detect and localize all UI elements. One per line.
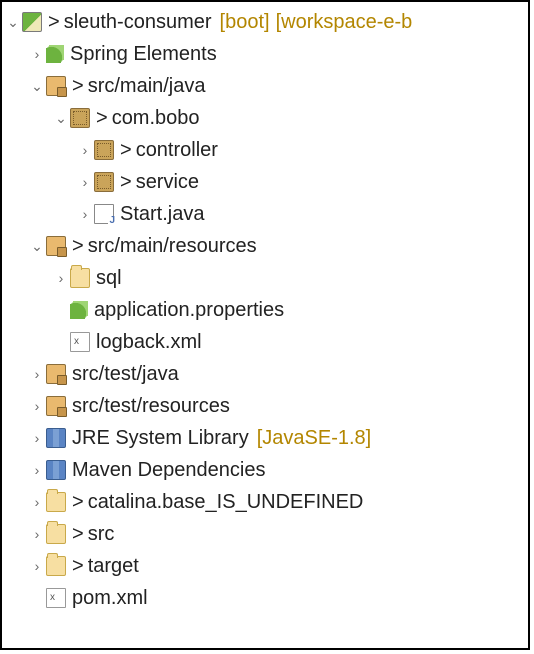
expand-toggle-icon[interactable]: › [30, 491, 44, 513]
folder-icon [46, 524, 66, 544]
expand-toggle-icon[interactable]: › [30, 523, 44, 545]
project-name-label: sleuth-consumer [64, 6, 212, 38]
tree-item-label: logback.xml [96, 326, 202, 358]
vcs-dirty-marker: > [120, 134, 132, 166]
boot-decoration-label: [boot] [220, 6, 270, 38]
tree-item-folder-catalina-base[interactable]: › > catalina.base_IS_UNDEFINED [6, 486, 528, 518]
tree-item-src-test-resources[interactable]: › src/test/resources [6, 390, 528, 422]
source-folder-icon [46, 236, 66, 256]
tree-item-label: JRE System Library [72, 422, 249, 454]
tree-item-file-logback-xml[interactable]: › logback.xml [6, 326, 528, 358]
package-icon [94, 172, 114, 192]
expand-toggle-icon[interactable]: › [78, 171, 92, 193]
spring-leaf-icon [46, 45, 64, 63]
tree-item-spring-elements[interactable]: › Spring Elements [6, 38, 528, 70]
expand-toggle-icon[interactable]: › [30, 427, 44, 449]
folder-icon [46, 556, 66, 576]
tree-item-label: Start.java [120, 198, 204, 230]
tree-item-src-main-java[interactable]: ⌄ > src/main/java [6, 70, 528, 102]
boot-project-icon [22, 12, 42, 32]
tree-item-project-root[interactable]: ⌄ > sleuth-consumer [boot] [workspace-e-… [6, 6, 528, 38]
workingset-decoration-label: [workspace-e-b [276, 6, 413, 38]
tree-item-package-controller[interactable]: › > controller [6, 134, 528, 166]
spring-leaf-icon [70, 301, 88, 319]
tree-item-label: src/main/resources [88, 230, 257, 262]
vcs-dirty-marker: > [72, 230, 84, 262]
vcs-dirty-marker: > [72, 70, 84, 102]
source-folder-icon [46, 396, 66, 416]
tree-item-label: src/test/java [72, 358, 179, 390]
tree-item-file-application-properties[interactable]: › application.properties [6, 294, 528, 326]
tree-item-label: sql [96, 262, 122, 294]
java-file-icon [94, 204, 114, 224]
expand-toggle-icon[interactable]: › [30, 363, 44, 385]
library-icon [46, 428, 66, 448]
tree-item-label: target [88, 550, 139, 582]
tree-item-label: com.bobo [112, 102, 200, 134]
expand-toggle-icon[interactable]: ⌄ [54, 107, 68, 129]
expand-toggle-icon[interactable]: ⌄ [30, 235, 44, 257]
package-icon [70, 108, 90, 128]
tree-item-folder-src[interactable]: › > src [6, 518, 528, 550]
expand-toggle-icon[interactable]: › [30, 43, 44, 65]
tree-item-jre-system-library[interactable]: › JRE System Library [JavaSE-1.8] [6, 422, 528, 454]
tree-item-label: Spring Elements [70, 38, 217, 70]
package-icon [94, 140, 114, 160]
tree-item-file-start-java[interactable]: › Start.java [6, 198, 528, 230]
vcs-dirty-marker: > [96, 102, 108, 134]
xml-file-icon [46, 588, 66, 608]
expand-toggle-icon[interactable]: › [30, 555, 44, 577]
tree-item-label: src/main/java [88, 70, 206, 102]
expand-toggle-icon[interactable]: › [78, 139, 92, 161]
vcs-dirty-marker: > [72, 486, 84, 518]
tree-item-label: pom.xml [72, 582, 148, 614]
tree-item-folder-target[interactable]: › > target [6, 550, 528, 582]
tree-item-label: src/test/resources [72, 390, 230, 422]
expand-toggle-icon[interactable]: › [30, 395, 44, 417]
expand-toggle-icon[interactable]: › [54, 267, 68, 289]
source-folder-icon [46, 76, 66, 96]
folder-icon [46, 492, 66, 512]
expand-toggle-icon[interactable]: ⌄ [6, 11, 20, 33]
xml-file-icon [70, 332, 90, 352]
library-icon [46, 460, 66, 480]
tree-item-src-main-resources[interactable]: ⌄ > src/main/resources [6, 230, 528, 262]
source-folder-icon [46, 364, 66, 384]
expand-toggle-icon[interactable]: ⌄ [30, 75, 44, 97]
project-explorer-panel: ⌄ > sleuth-consumer [boot] [workspace-e-… [0, 0, 530, 650]
tree-item-label: service [136, 166, 199, 198]
tree-item-package-com-bobo[interactable]: ⌄ > com.bobo [6, 102, 528, 134]
tree-item-file-pom-xml[interactable]: › pom.xml [6, 582, 528, 614]
library-decoration-label: [JavaSE-1.8] [257, 422, 372, 454]
tree-item-src-test-java[interactable]: › src/test/java [6, 358, 528, 390]
tree-item-label: catalina.base_IS_UNDEFINED [88, 486, 364, 518]
vcs-dirty-marker: > [120, 166, 132, 198]
vcs-dirty-marker: > [48, 6, 60, 38]
tree-item-label: application.properties [94, 294, 284, 326]
expand-toggle-icon[interactable]: › [30, 459, 44, 481]
tree-item-label: controller [136, 134, 218, 166]
tree-item-package-service[interactable]: › > service [6, 166, 528, 198]
folder-icon [70, 268, 90, 288]
expand-toggle-icon[interactable]: › [78, 203, 92, 225]
tree-item-label: src [88, 518, 115, 550]
vcs-dirty-marker: > [72, 550, 84, 582]
tree-item-maven-dependencies[interactable]: › Maven Dependencies [6, 454, 528, 486]
tree-item-folder-sql[interactable]: › sql [6, 262, 528, 294]
vcs-dirty-marker: > [72, 518, 84, 550]
project-tree: ⌄ > sleuth-consumer [boot] [workspace-e-… [2, 2, 528, 614]
tree-item-label: Maven Dependencies [72, 454, 265, 486]
